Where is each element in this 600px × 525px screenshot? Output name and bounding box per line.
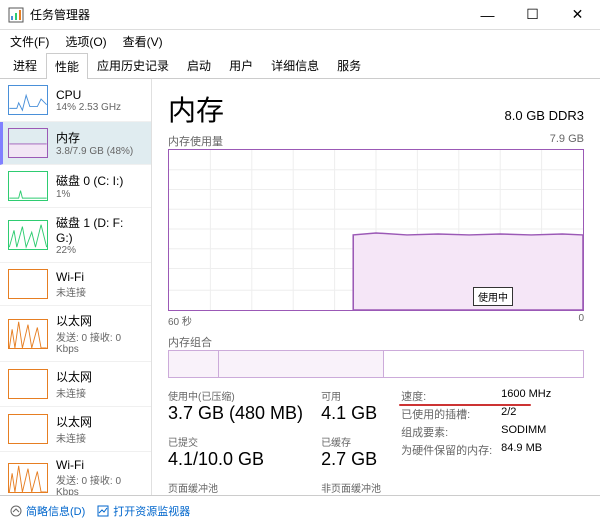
memory-usage-chart: 使用中 bbox=[168, 149, 584, 311]
wifi-thumb-icon bbox=[8, 463, 48, 493]
close-button[interactable]: ✕ bbox=[555, 0, 600, 30]
stat-form: SODIMM bbox=[501, 424, 546, 440]
sidebar-item-disk1[interactable]: 磁盘 1 (D: F: G:)22% bbox=[0, 208, 151, 263]
open-resmon-link[interactable]: 打开资源监视器 bbox=[97, 503, 190, 519]
stat-inuse: 3.7 GB (480 MB) bbox=[168, 403, 303, 424]
sidebar: CPU14% 2.53 GHz 内存3.8/7.9 GB (48%) 磁盘 0 … bbox=[0, 79, 152, 495]
ethernet-thumb-icon bbox=[8, 369, 48, 399]
sidebar-item-label: 以太网 bbox=[56, 312, 143, 329]
stat-available: 4.1 GB bbox=[321, 403, 383, 424]
disk-thumb-icon bbox=[8, 171, 48, 201]
memory-spec: 8.0 GB DDR3 bbox=[505, 108, 584, 123]
tab-users[interactable]: 用户 bbox=[220, 52, 262, 78]
composition-label: 内存组合 bbox=[168, 334, 212, 350]
memory-thumb-icon bbox=[8, 128, 48, 158]
sidebar-item-label: 以太网 bbox=[56, 368, 92, 385]
stat-cached: 2.7 GB bbox=[321, 449, 383, 470]
inuse-marker: 使用中 bbox=[473, 287, 513, 306]
window-title: 任务管理器 bbox=[30, 6, 465, 23]
memory-stats: 使用中(已压缩)3.7 GB (480 MB) 已提交4.1/10.0 GB 页… bbox=[168, 388, 584, 495]
sidebar-item-cpu[interactable]: CPU14% 2.53 GHz bbox=[0, 79, 151, 122]
wifi-thumb-icon bbox=[8, 269, 48, 299]
tab-details[interactable]: 详细信息 bbox=[262, 52, 328, 78]
ethernet-thumb-icon bbox=[8, 319, 48, 349]
titlebar: 任务管理器 — ☐ ✕ bbox=[0, 0, 600, 30]
tabs: 进程 性能 应用历史记录 启动 用户 详细信息 服务 bbox=[0, 52, 600, 79]
chart-label-right: 7.9 GB bbox=[550, 133, 584, 149]
stat-committed: 4.1/10.0 GB bbox=[168, 449, 303, 470]
fewer-details-button[interactable]: 简略信息(D) bbox=[10, 503, 85, 519]
sidebar-item-label: 磁盘 1 (D: F: G:) bbox=[56, 214, 143, 245]
footer: 简略信息(D) 打开资源监视器 bbox=[0, 495, 600, 525]
sidebar-item-wifi2[interactable]: Wi-Fi发送: 0 接收: 0 Kbps bbox=[0, 452, 151, 495]
stat-speed: 1600 MHz bbox=[501, 388, 551, 404]
tab-startup[interactable]: 启动 bbox=[178, 52, 220, 78]
sidebar-item-label: Wi-Fi bbox=[56, 270, 86, 284]
tab-processes[interactable]: 进程 bbox=[4, 52, 46, 78]
sidebar-item-label: 内存 bbox=[56, 129, 133, 146]
resmon-icon bbox=[97, 505, 109, 517]
sidebar-item-label: CPU bbox=[56, 88, 121, 102]
stat-slots: 2/2 bbox=[501, 406, 516, 422]
page-title: 内存 bbox=[168, 89, 224, 129]
axis-right: 0 bbox=[578, 313, 584, 328]
app-icon bbox=[8, 7, 24, 23]
sidebar-item-wifi[interactable]: Wi-Fi未连接 bbox=[0, 263, 151, 306]
sidebar-item-label: Wi-Fi bbox=[56, 458, 143, 472]
maximize-button[interactable]: ☐ bbox=[510, 0, 555, 30]
sidebar-item-label: 以太网 bbox=[56, 413, 92, 430]
menu-file[interactable]: 文件(F) bbox=[4, 31, 55, 52]
stat-reserved: 84.9 MB bbox=[501, 442, 542, 458]
main-panel: 内存 8.0 GB DDR3 内存使用量 7.9 GB 使用中 60 秒 0 内… bbox=[152, 79, 600, 495]
axis-left: 60 秒 bbox=[168, 313, 192, 328]
menu-options[interactable]: 选项(O) bbox=[59, 31, 112, 52]
sidebar-item-label: 磁盘 0 (C: I:) bbox=[56, 172, 123, 189]
tab-services[interactable]: 服务 bbox=[328, 52, 370, 78]
minimize-button[interactable]: — bbox=[465, 0, 510, 30]
sidebar-item-ethernet2[interactable]: 以太网未连接 bbox=[0, 362, 151, 407]
tab-apphistory[interactable]: 应用历史记录 bbox=[88, 52, 178, 78]
menu-view[interactable]: 查看(V) bbox=[117, 31, 169, 52]
disk-thumb-icon bbox=[8, 220, 48, 250]
sidebar-item-memory[interactable]: 内存3.8/7.9 GB (48%) bbox=[0, 122, 151, 165]
sidebar-item-ethernet3[interactable]: 以太网未连接 bbox=[0, 407, 151, 452]
memory-composition-bar bbox=[168, 350, 584, 378]
ethernet-thumb-icon bbox=[8, 414, 48, 444]
chevron-up-icon bbox=[10, 505, 22, 517]
sidebar-item-disk0[interactable]: 磁盘 0 (C: I:)1% bbox=[0, 165, 151, 208]
cpu-thumb-icon bbox=[8, 85, 48, 115]
sidebar-item-ethernet[interactable]: 以太网发送: 0 接收: 0 Kbps bbox=[0, 306, 151, 362]
menubar: 文件(F) 选项(O) 查看(V) bbox=[0, 30, 600, 52]
chart-label-left: 内存使用量 bbox=[168, 133, 223, 149]
tab-performance[interactable]: 性能 bbox=[46, 53, 88, 79]
